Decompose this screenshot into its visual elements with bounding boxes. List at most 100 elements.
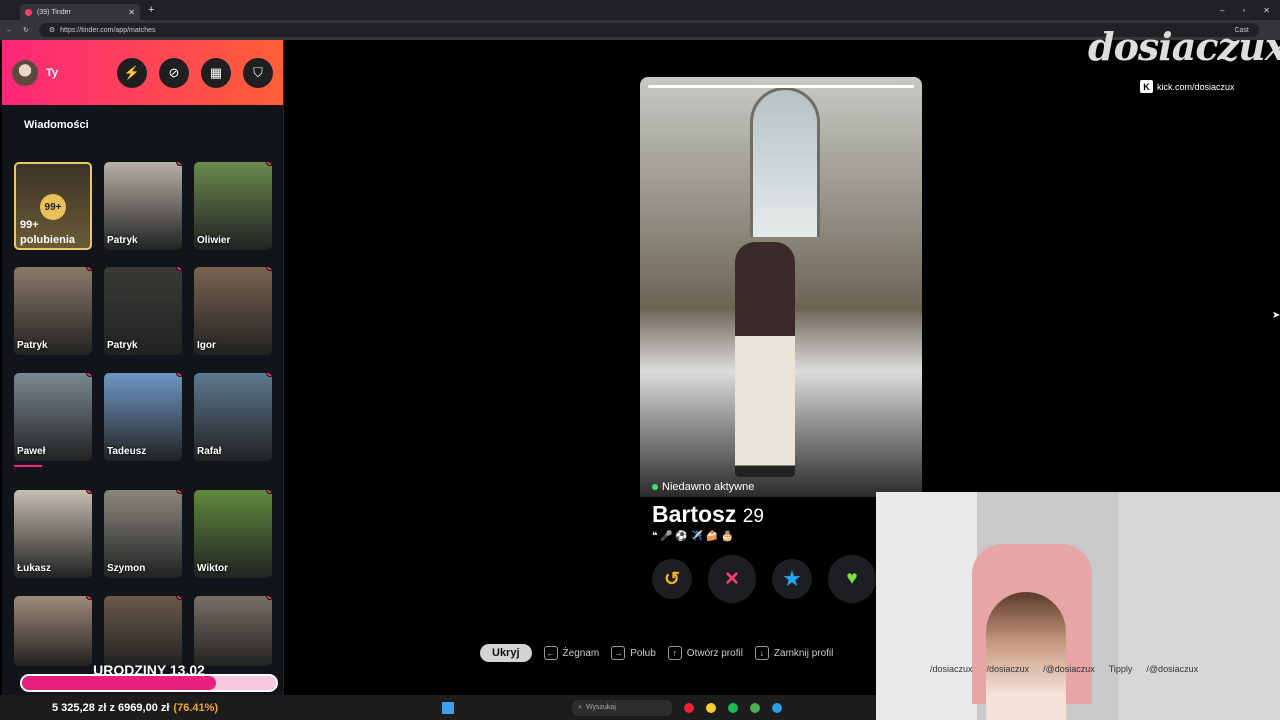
person-figure (735, 242, 795, 477)
maximize-icon[interactable]: ▫ (1242, 6, 1245, 15)
profile-interests-emojis: ❝ 🎤 ⚽ ✈️ 🍰 🎂 (652, 531, 734, 542)
shield-icon[interactable]: ⛉ (243, 57, 273, 88)
match-name: Paweł (17, 446, 46, 457)
action-buttons: ↺ ✕ ★ ♥ (652, 555, 876, 603)
match-card[interactable]: Tadeusz (104, 373, 182, 461)
user-name[interactable]: Ty (46, 67, 58, 79)
like-button[interactable]: ♥ (828, 555, 876, 603)
birthday-progress-fill (22, 676, 217, 690)
app-icon[interactable] (684, 702, 695, 713)
briefcase-icon[interactable]: ▦ (201, 57, 231, 88)
edge-icon[interactable] (772, 702, 783, 713)
match-name: Igor (197, 340, 216, 351)
new-match-dot-icon (176, 490, 182, 494)
match-card[interactable]: Oliwier (194, 162, 272, 250)
tab-title: (39) Tinder (37, 8, 71, 16)
new-match-dot-icon (266, 267, 272, 271)
profile-name-row: Bartosz 29 (652, 501, 764, 528)
boost-bolt-icon[interactable]: ⚡ (117, 57, 147, 88)
taskbar-search[interactable]: ⌕ Wyszukaj (572, 699, 673, 716)
close-tab-icon[interactable]: ✕ (128, 8, 135, 17)
match-name: Oliwier (197, 235, 231, 246)
match-card[interactable]: Wiktor (194, 490, 272, 578)
match-card[interactable]: Łukasz (14, 490, 92, 578)
shortcut-close-profile: ↓ Zamknij profil (754, 646, 834, 660)
browser-tab-bar: (39) Tinder ✕ + – ▫ ✕ (0, 0, 1280, 20)
close-window-icon[interactable]: ✕ (1263, 6, 1270, 15)
match-card[interactable]: Patryk (104, 267, 182, 355)
match-card[interactable]: Paweł (14, 373, 92, 461)
nope-button[interactable]: ✕ (708, 555, 756, 603)
likes-label: 99+ polubienia (20, 219, 75, 246)
match-card[interactable] (194, 596, 272, 666)
folder-icon[interactable] (706, 702, 717, 713)
match-card[interactable] (104, 596, 182, 666)
instagram-handle: /dosiaczux (930, 664, 973, 674)
new-match-dot-icon (86, 596, 92, 600)
kick-url: kick.com/dosiaczux (1157, 81, 1235, 92)
new-match-dot-icon (266, 162, 272, 166)
rewind-button[interactable]: ↺ (652, 559, 692, 599)
match-card[interactable]: Rafał (194, 373, 272, 461)
hide-shortcuts-button[interactable]: Ukryj (480, 644, 532, 662)
sidebar-header: Ty ⚡ ⊘ ▦ ⛉ (2, 40, 283, 105)
address-field[interactable]: ⚙ https://tinder.com/app/matches Cast (38, 23, 1259, 37)
streamer-figure (986, 592, 1066, 720)
sidebar-tabs: Pary Wiadomości (2, 105, 283, 467)
new-tab-icon[interactable]: + (148, 4, 154, 16)
explore-compass-icon[interactable]: ⊘ (159, 57, 189, 88)
likes-card[interactable]: 99+ 99+ polubienia (14, 162, 92, 250)
match-name: Szymon (107, 563, 146, 574)
match-card[interactable]: Patryk (14, 267, 92, 355)
streamer-logo: dosiaczux (1088, 24, 1280, 69)
match-card[interactable]: Patryk (104, 162, 182, 250)
chrome-icon[interactable] (750, 702, 761, 713)
tab-wiadomosci[interactable]: Wiadomości (22, 115, 91, 139)
donation-goal-percent: (76.41%) (173, 701, 219, 714)
new-match-dot-icon (176, 162, 182, 166)
online-dot-icon (652, 484, 658, 490)
browser-tab[interactable]: (39) Tinder ✕ (20, 4, 140, 20)
keyboard-shortcuts: Ukryj ← Żegnam → Polub ↑ Otwórz profil ↓ Zam… (480, 644, 833, 662)
avatar[interactable] (12, 59, 38, 86)
match-name: Wiktor (197, 563, 229, 574)
window-controls: – ▫ ✕ (1220, 6, 1280, 15)
match-card[interactable]: Igor (194, 267, 272, 355)
match-name: Patryk (107, 340, 138, 351)
windows-start-icon[interactable] (442, 701, 455, 714)
new-match-dot-icon (266, 490, 272, 494)
search-icon: ⌕ (578, 703, 582, 711)
url-text: https://tinder.com/app/matches (60, 26, 156, 34)
profile-age: 29 (742, 506, 764, 527)
reload-icon[interactable]: ↻ (23, 26, 29, 34)
match-card[interactable]: Szymon (104, 490, 182, 578)
arrow-left-key-icon: ← (543, 646, 558, 660)
kick-link: K kick.com/dosiaczux (1140, 80, 1235, 93)
profile-photo[interactable] (640, 77, 922, 497)
activity-status-text: Niedawno aktywne (662, 481, 755, 493)
likes-count-badge: 99+ (40, 194, 66, 220)
back-icon[interactable]: ← (6, 27, 13, 34)
mouse-cursor-icon: ➤ (1272, 310, 1280, 321)
tiktok-handle: /dosiaczux (986, 664, 1030, 674)
match-name: Patryk (107, 235, 138, 246)
match-name: Rafał (197, 446, 222, 457)
tipply-badge: Tipply (1108, 664, 1133, 674)
profile-name: Bartosz (652, 501, 737, 527)
shortcut-label: Zamknij profil (773, 647, 834, 659)
match-card[interactable] (14, 596, 92, 666)
minimize-icon[interactable]: – (1220, 6, 1224, 15)
new-match-dot-icon (86, 373, 92, 377)
super-like-button[interactable]: ★ (772, 559, 812, 599)
donation-goal-amount: 5 325,28 zł z 6969,00 zł (52, 701, 170, 714)
webcam-overlay: /dosiaczux /dosiaczux /@dosiaczux Tipply… (876, 492, 1280, 720)
new-match-dot-icon (176, 267, 182, 271)
site-info-icon[interactable]: ⚙ (49, 26, 55, 34)
spotify-icon[interactable] (728, 702, 739, 713)
new-match-dot-icon (86, 267, 92, 271)
new-match-dot-icon (176, 373, 182, 377)
photo-progress-bar (648, 85, 914, 88)
tipply-handle: /@dosiaczux (1146, 664, 1199, 674)
birthday-progress-bar (20, 674, 278, 692)
youtube-handle: /@dosiaczux (1043, 664, 1095, 674)
